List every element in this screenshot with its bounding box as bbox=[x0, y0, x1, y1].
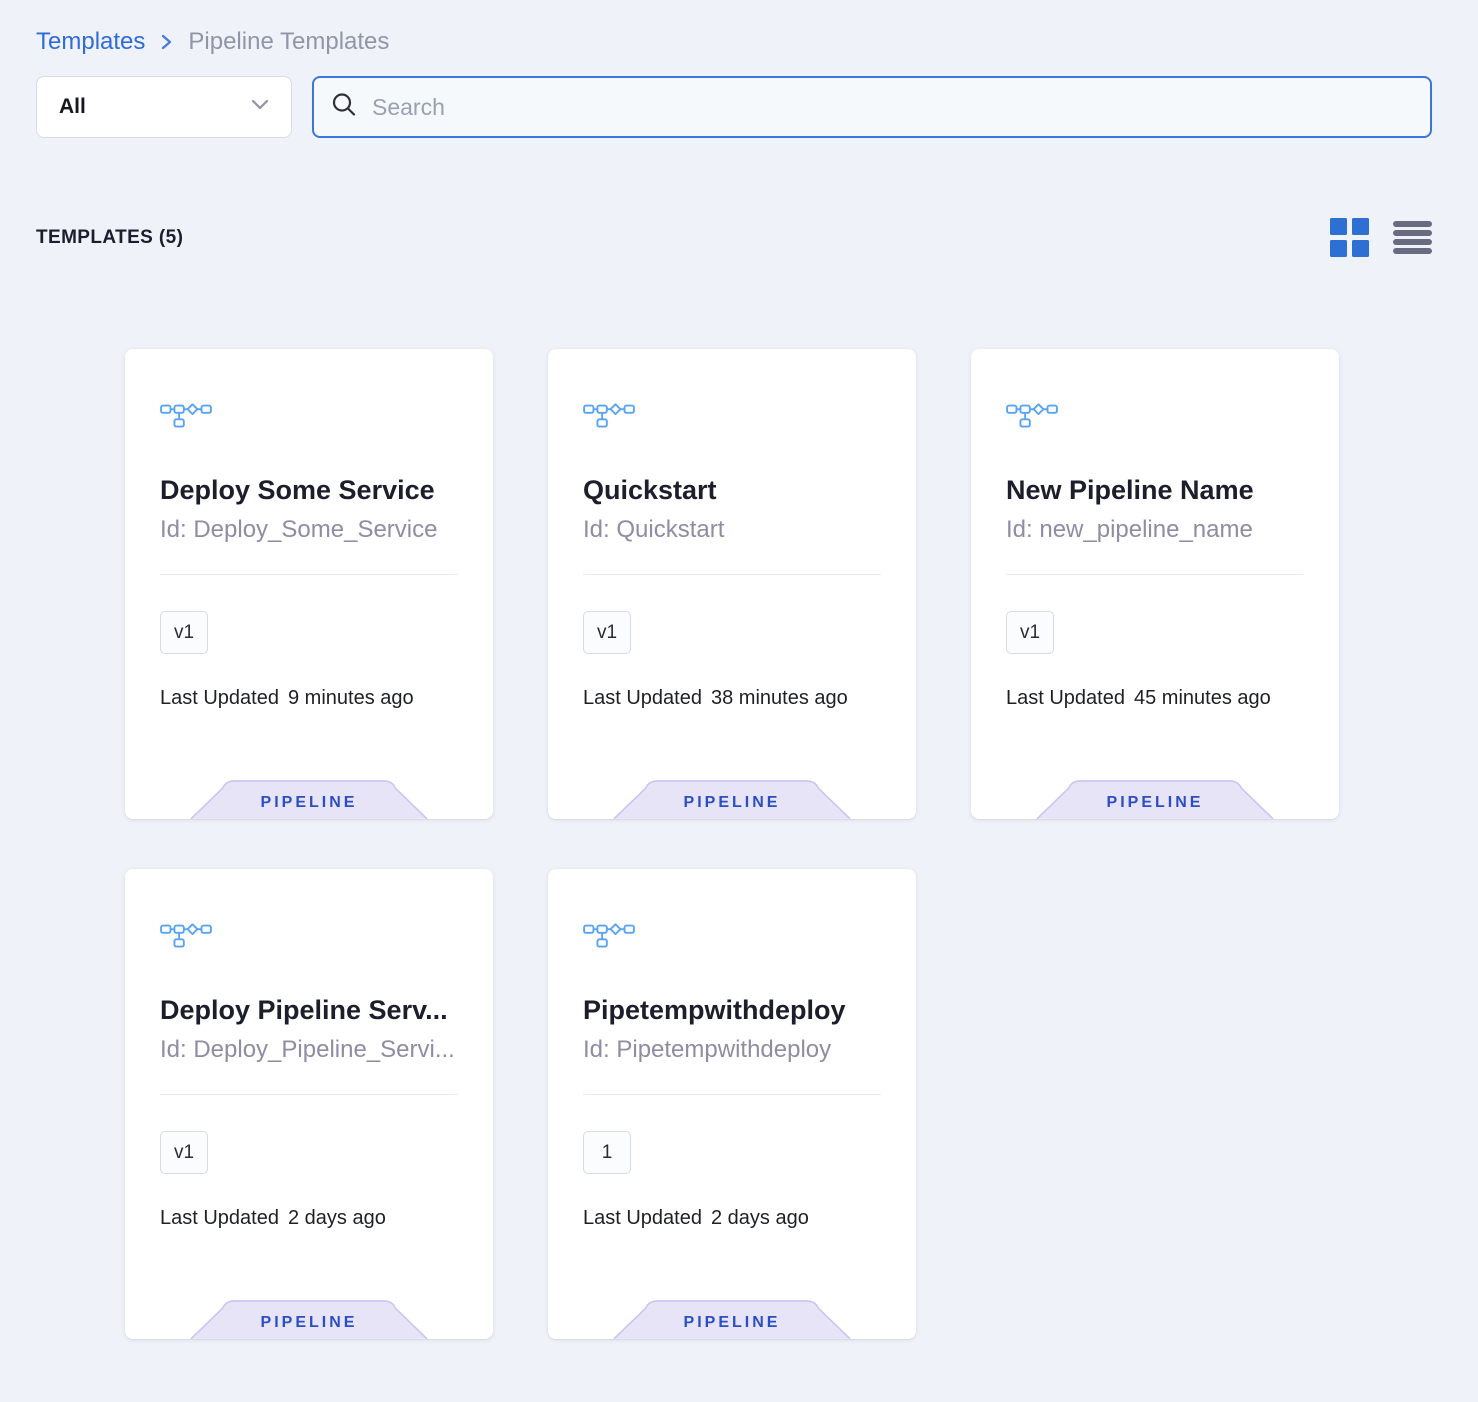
version-badge: v1 bbox=[583, 611, 631, 654]
filter-row: All bbox=[36, 76, 1432, 138]
pipeline-icon bbox=[1006, 402, 1058, 428]
pipeline-tag: PIPELINE bbox=[613, 1299, 851, 1339]
scope-filter-value: All bbox=[59, 95, 86, 119]
list-view-button[interactable] bbox=[1393, 220, 1432, 255]
view-toggles bbox=[1330, 218, 1432, 257]
breadcrumb-current: Pipeline Templates bbox=[188, 28, 389, 56]
version-badge: v1 bbox=[160, 611, 208, 654]
pipeline-icon bbox=[160, 922, 212, 948]
template-card[interactable]: Pipetempwithdeploy Id: Pipetempwithdeplo… bbox=[548, 869, 916, 1339]
pipeline-icon bbox=[160, 402, 212, 428]
search-icon bbox=[330, 91, 358, 124]
pipeline-tag-label: PIPELINE bbox=[190, 1314, 428, 1332]
chevron-down-icon bbox=[251, 98, 269, 116]
template-id: Id: Pipetempwithdeploy bbox=[583, 1036, 881, 1064]
template-id: Id: Quickstart bbox=[583, 516, 881, 544]
last-updated: Last Updated 2 days ago bbox=[583, 1207, 881, 1230]
template-title: Deploy Some Service bbox=[160, 475, 458, 506]
last-updated-label: Last Updated bbox=[160, 1207, 279, 1229]
pipeline-tag: PIPELINE bbox=[613, 779, 851, 819]
grid-view-icon bbox=[1330, 218, 1369, 257]
last-updated: Last Updated 9 minutes ago bbox=[160, 687, 458, 710]
version-badge: 1 bbox=[583, 1131, 631, 1174]
search-box[interactable] bbox=[312, 76, 1432, 138]
pipeline-icon bbox=[583, 922, 635, 948]
pipeline-tag-label: PIPELINE bbox=[1036, 794, 1274, 812]
last-updated-label: Last Updated bbox=[160, 687, 279, 709]
last-updated: Last Updated 2 days ago bbox=[160, 1207, 458, 1230]
template-title: Deploy Pipeline Serv... bbox=[160, 995, 458, 1026]
template-id: Id: Deploy_Pipeline_Servi... bbox=[160, 1036, 458, 1064]
last-updated: Last Updated 45 minutes ago bbox=[1006, 687, 1304, 710]
last-updated-value: 2 days ago bbox=[711, 1207, 809, 1229]
template-id: Id: Deploy_Some_Service bbox=[160, 516, 458, 544]
last-updated: Last Updated 38 minutes ago bbox=[583, 687, 881, 710]
last-updated-value: 45 minutes ago bbox=[1134, 687, 1271, 709]
template-card[interactable]: Quickstart Id: Quickstart v1 Last Update… bbox=[548, 349, 916, 819]
last-updated-value: 2 days ago bbox=[288, 1207, 386, 1229]
breadcrumb: Templates Pipeline Templates bbox=[36, 28, 1432, 56]
pipeline-tag-label: PIPELINE bbox=[190, 794, 428, 812]
scope-filter-dropdown[interactable]: All bbox=[36, 76, 292, 138]
list-view-icon bbox=[1393, 220, 1432, 255]
pipeline-tag: PIPELINE bbox=[1036, 779, 1274, 819]
templates-grid: Deploy Some Service Id: Deploy_Some_Serv… bbox=[125, 349, 1432, 1339]
version-badge: v1 bbox=[1006, 611, 1054, 654]
last-updated-value: 9 minutes ago bbox=[288, 687, 414, 709]
last-updated-label: Last Updated bbox=[583, 687, 702, 709]
pipeline-icon bbox=[583, 402, 635, 428]
template-title: Quickstart bbox=[583, 475, 881, 506]
version-badge: v1 bbox=[160, 1131, 208, 1174]
grid-view-button[interactable] bbox=[1330, 218, 1369, 257]
chevron-right-icon bbox=[159, 32, 174, 52]
pipeline-tag: PIPELINE bbox=[190, 1299, 428, 1339]
template-card[interactable]: Deploy Some Service Id: Deploy_Some_Serv… bbox=[125, 349, 493, 819]
last-updated-label: Last Updated bbox=[1006, 687, 1125, 709]
pipeline-templates-page: Templates Pipeline Templates All TEMPLAT… bbox=[0, 0, 1478, 1339]
last-updated-value: 38 minutes ago bbox=[711, 687, 848, 709]
template-id: Id: new_pipeline_name bbox=[1006, 516, 1304, 544]
template-card[interactable]: Deploy Pipeline Serv... Id: Deploy_Pipel… bbox=[125, 869, 493, 1339]
template-title: New Pipeline Name bbox=[1006, 475, 1304, 506]
pipeline-tag-label: PIPELINE bbox=[613, 1314, 851, 1332]
section-title: TEMPLATES (5) bbox=[36, 227, 183, 249]
breadcrumb-link-templates[interactable]: Templates bbox=[36, 28, 145, 56]
pipeline-tag: PIPELINE bbox=[190, 779, 428, 819]
section-header: TEMPLATES (5) bbox=[36, 218, 1432, 257]
template-title: Pipetempwithdeploy bbox=[583, 995, 881, 1026]
last-updated-label: Last Updated bbox=[583, 1207, 702, 1229]
template-card[interactable]: New Pipeline Name Id: new_pipeline_name … bbox=[971, 349, 1339, 819]
pipeline-tag-label: PIPELINE bbox=[613, 794, 851, 812]
search-input[interactable] bbox=[372, 94, 1414, 121]
